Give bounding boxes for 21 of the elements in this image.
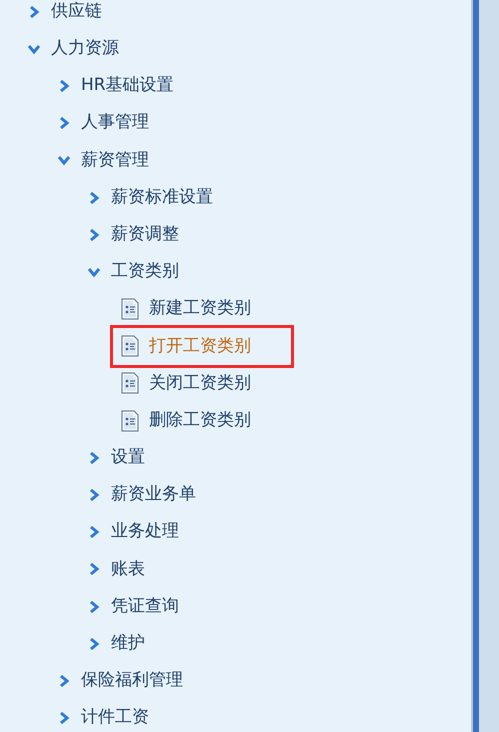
chevron-right-icon[interactable]	[88, 600, 100, 613]
chevron-down-icon[interactable]	[88, 266, 100, 278]
document-list-icon	[121, 298, 139, 320]
chevron-right-icon[interactable]	[58, 117, 70, 130]
document-list-icon	[121, 410, 139, 432]
chevron-right-icon[interactable]	[58, 674, 70, 687]
document-list-icon	[121, 335, 139, 358]
chevron-right-icon[interactable]	[88, 638, 100, 650]
chevron-right-icon[interactable]	[88, 489, 100, 502]
chevron-down-icon[interactable]	[28, 42, 40, 55]
chevron-right-icon[interactable]	[88, 526, 100, 538]
chevron-right-icon[interactable]	[88, 563, 100, 576]
chevron-down-icon[interactable]	[58, 154, 70, 166]
chevron-right-icon[interactable]	[88, 452, 100, 464]
document-list-icon	[121, 372, 139, 394]
chevron-right-icon[interactable]	[28, 6, 40, 18]
chevron-right-icon[interactable]	[58, 712, 70, 724]
chevron-right-icon[interactable]	[58, 80, 70, 92]
chevron-right-icon[interactable]	[88, 228, 100, 241]
tree-leaf-item[interactable]: 打开工资类别	[110, 324, 294, 368]
chevron-right-icon[interactable]	[88, 192, 100, 204]
